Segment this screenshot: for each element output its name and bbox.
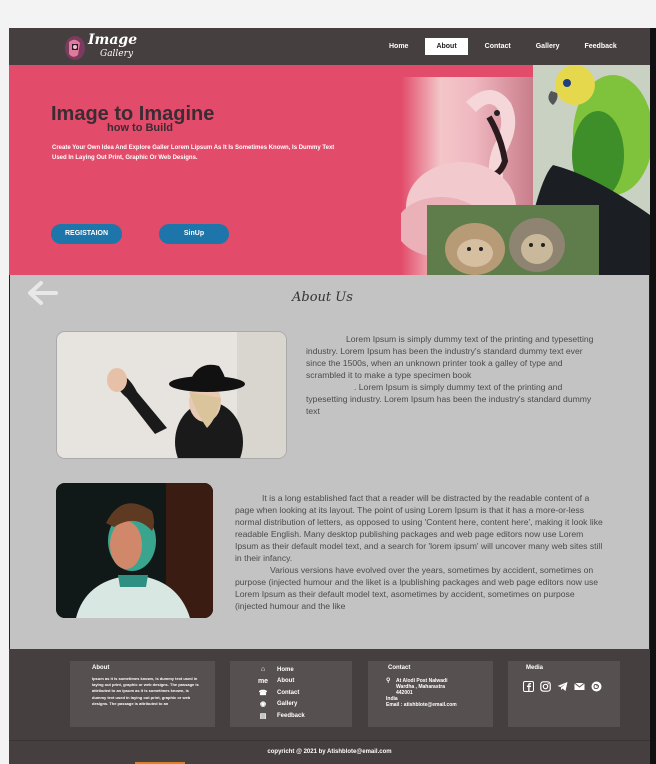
back-arrow-icon[interactable] [26,280,58,306]
copyright-bar: copyricht @ 2021 by Atishblote@email.com [9,740,650,764]
footer-link-gallery[interactable]: ◉ Gallery [257,699,305,711]
logo-title: Image [88,32,138,48]
footer-about-text: Ipsum as it is sometimes known, is dummy… [92,676,199,706]
nav-gallery[interactable]: Gallery [528,38,568,55]
copyright-text: copyricht @ 2021 by Atishblote@email.com [267,749,392,755]
footer-links-card: ⌂ Home me About ☎ Contact ◉ Gallery ▤ Fe… [230,661,352,727]
about-paragraph-2b: Various versions have evolved over the y… [235,565,599,611]
google-plus-icon[interactable] [591,681,602,692]
hero-subtitle: how to Build [107,122,173,134]
facebook-icon[interactable] [523,681,534,692]
man-portrait-image [56,483,213,618]
footer-about-heading: About [92,665,110,671]
me-icon: me [257,677,269,685]
top-gap [0,0,656,28]
instagram-icon[interactable] [540,681,551,692]
location-pin-icon: ⚲ [386,678,391,684]
about-paragraph-2: It is a long established fact that a rea… [235,492,605,612]
footer-link-home[interactable]: ⌂ Home [257,664,305,676]
about-paragraph-1b: . Lorem Ipsum is simply dummy text of th… [306,382,592,416]
footer-contact-card: Contact ⚲ At Alodi Post Nalwadi Wardha ,… [368,661,493,727]
footer-link-label: Feedback [277,712,305,719]
feedback-icon: ▤ [259,712,267,720]
footer-link-label: About [277,678,295,685]
footer-media-heading: Media [526,665,544,671]
footer-media-card: Media [508,661,620,727]
footer-about-card: About Ipsum as it is sometimes known, is… [70,661,215,727]
telegram-icon[interactable] [557,681,568,692]
footer-link-contact[interactable]: ☎ Contact [257,687,305,699]
nav-contact[interactable]: Contact [477,38,519,55]
contact-email[interactable]: Email : atishblote@email.com [386,702,457,708]
about-paragraph-1a: Lorem Ipsum is simply dummy text of the … [306,334,594,380]
footer-link-label: Contact [277,689,300,696]
footer-link-label: Gallery [277,701,298,708]
logo[interactable]: Image Gallery [61,32,151,62]
signup-button[interactable]: SinUp [159,224,229,244]
nav-home[interactable]: Home [381,38,416,55]
woman-hat-image [56,331,287,459]
hero-description: Create Your Own Idea And Explore Galler … [52,145,335,161]
monkey-image [427,205,599,275]
footer-link-about[interactable]: me About [257,676,305,688]
footer: About Ipsum as it is sometimes known, is… [9,649,650,740]
home-icon: ⌂ [260,666,266,674]
navbar: Image Gallery Home About Contact Gallery… [9,28,650,65]
nav-links: Home About Contact Gallery Feedback [381,38,634,55]
footer-link-label: Home [277,666,294,673]
about-paragraph-2a: It is a long established fact that a rea… [235,493,603,563]
mail-icon[interactable] [574,681,585,692]
hero-banner: Image to Imagine how to Build Create You… [9,65,650,275]
about-title: About Us [292,290,353,305]
footer-link-feedback[interactable]: ▤ Feedback [257,710,305,722]
footer-link-list: ⌂ Home me About ☎ Contact ◉ Gallery ▤ Fe… [257,664,305,722]
page: Image Gallery Home About Contact Gallery… [0,0,656,764]
footer-contact-heading: Contact [388,665,411,671]
register-button[interactable]: REGISTAION [51,224,122,244]
footer-contact-info: ⚲ At Alodi Post Nalwadi Wardha , Maharas… [386,678,457,708]
media-icon-row [523,681,608,692]
nav-about[interactable]: About [425,38,468,55]
right-edge [650,28,656,764]
logo-subtitle: Gallery [100,49,134,59]
nav-feedback[interactable]: Feedback [576,38,624,55]
logo-mark-icon [65,36,85,60]
contact-icon: ☎ [258,689,268,697]
about-paragraph-1: Lorem Ipsum is simply dummy text of the … [306,333,604,417]
gallery-icon: ◉ [259,701,267,709]
